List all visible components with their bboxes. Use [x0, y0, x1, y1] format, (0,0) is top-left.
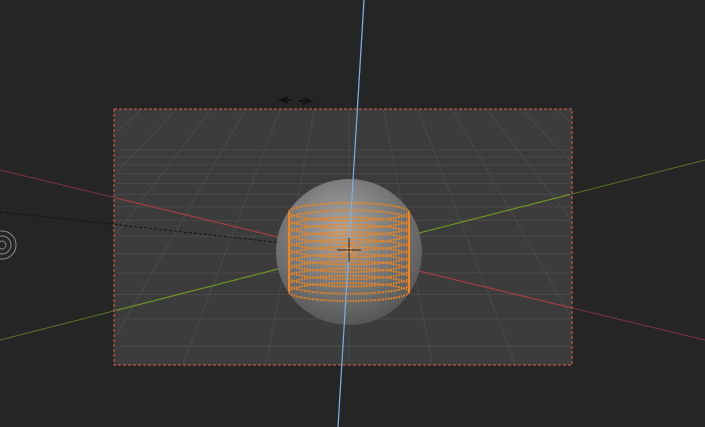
3d-viewport[interactable]: [0, 0, 705, 427]
viewport-canvas[interactable]: [0, 0, 705, 427]
